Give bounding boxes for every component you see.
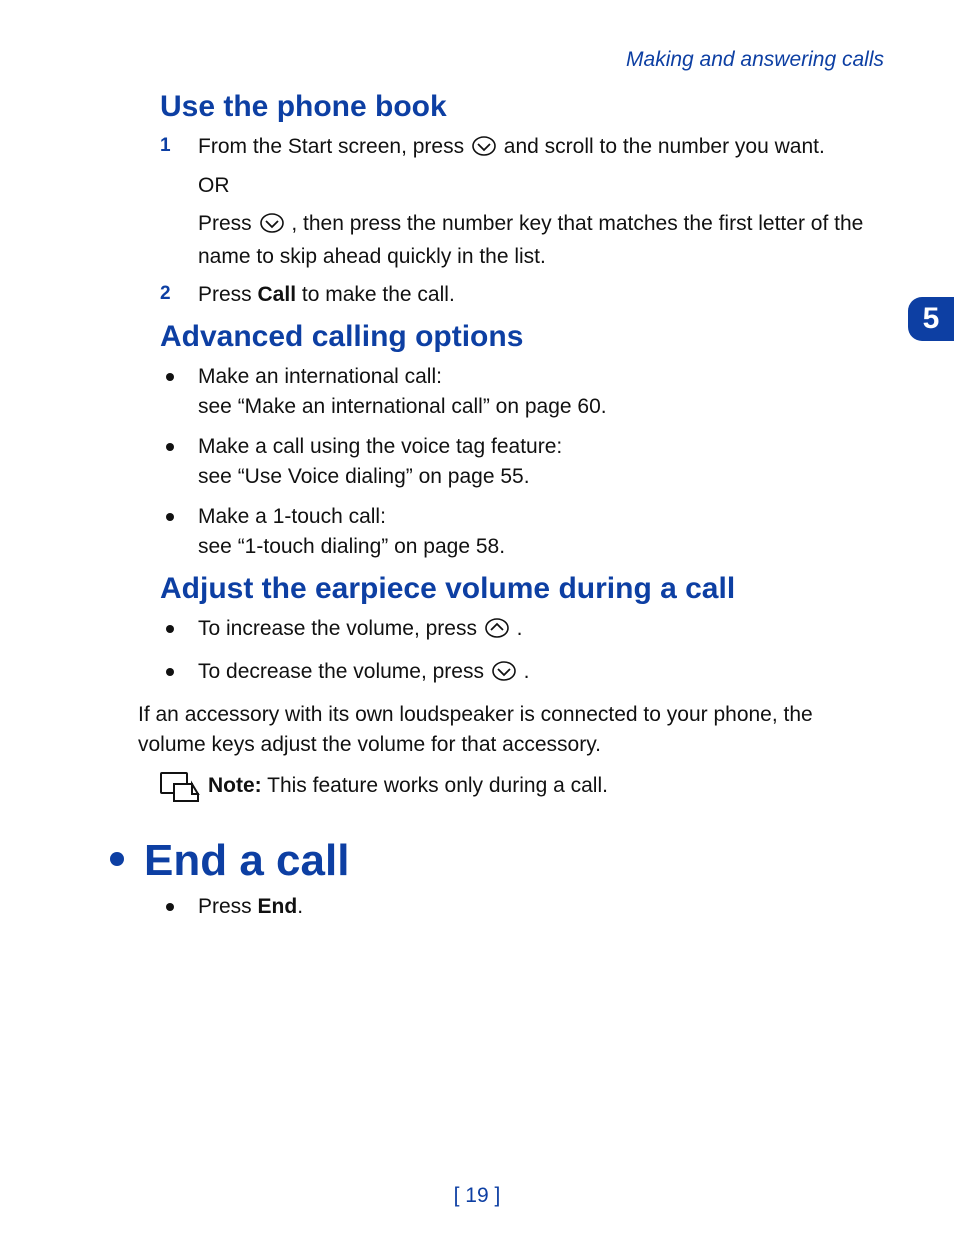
text: To increase the volume, press [198, 617, 483, 640]
bold-text: End [258, 895, 298, 918]
text: Press [198, 283, 258, 306]
step-number: 1 [160, 132, 198, 160]
scroll-down-key-icon [260, 212, 284, 242]
heading-text: End a call [144, 836, 349, 885]
volume-list: To increase the volume, press . To decre… [160, 614, 884, 690]
text: Make a call using the voice tag feature: [198, 432, 884, 462]
heading-bullet-icon [110, 852, 124, 866]
text: Press [198, 895, 258, 918]
heading-advanced-calling: Advanced calling options [160, 320, 884, 354]
step-1: 1 From the Start screen, press and scrol… [160, 132, 884, 272]
text: see “1-touch dialing” on page 58. [198, 532, 884, 562]
list-item: To decrease the volume, press . [160, 657, 884, 690]
step-2: 2 Press Call to make the call. [160, 280, 884, 310]
text: Press [198, 212, 258, 235]
list-item: To increase the volume, press . [160, 614, 884, 647]
list-item: Press End. [160, 892, 884, 922]
note-text: This feature works only during a call. [262, 774, 608, 797]
text: From the Start screen, press [198, 135, 470, 158]
text: . [517, 617, 523, 640]
phonebook-steps: 1 From the Start screen, press and scrol… [160, 132, 884, 310]
end-call-list: Press End. [160, 892, 884, 922]
page-number: [ 19 ] [0, 1184, 954, 1208]
heading-end-a-call: End a call [110, 836, 884, 886]
text: Make an international call: [198, 362, 884, 392]
scroll-up-key-icon [485, 617, 509, 647]
note-icon [160, 772, 208, 806]
accessory-paragraph: If an accessory with its own loudspeaker… [138, 700, 884, 760]
scroll-down-key-icon [492, 660, 516, 690]
list-item: Make a call using the voice tag feature:… [160, 432, 884, 492]
heading-use-phone-book: Use the phone book [160, 90, 884, 124]
note: Note: This feature works only during a c… [160, 772, 884, 806]
step-number: 2 [160, 280, 198, 308]
chapter-tab: 5 [908, 297, 954, 341]
note-label: Note: [208, 774, 262, 797]
manual-page: Making and answering calls Use the phone… [0, 0, 954, 1248]
bold-text: Call [258, 283, 297, 306]
text: and scroll to the number you want. [504, 135, 825, 158]
text: to make the call. [296, 283, 455, 306]
text: . [297, 895, 303, 918]
text: , then press the number key that matches… [198, 212, 863, 268]
text: Make a 1-touch call: [198, 502, 884, 532]
text: see “Make an international call” on page… [198, 392, 884, 422]
heading-adjust-volume: Adjust the earpiece volume during a call [160, 572, 884, 606]
text: To decrease the volume, press [198, 660, 490, 683]
list-item: Make a 1-touch call: see “1-touch dialin… [160, 502, 884, 562]
text: see “Use Voice dialing” on page 55. [198, 462, 884, 492]
advanced-list: Make an international call: see “Make an… [160, 362, 884, 562]
running-head: Making and answering calls [160, 48, 884, 72]
or-text: OR [198, 171, 884, 201]
text: . [524, 660, 530, 683]
scroll-down-key-icon [472, 135, 496, 165]
list-item: Make an international call: see “Make an… [160, 362, 884, 422]
